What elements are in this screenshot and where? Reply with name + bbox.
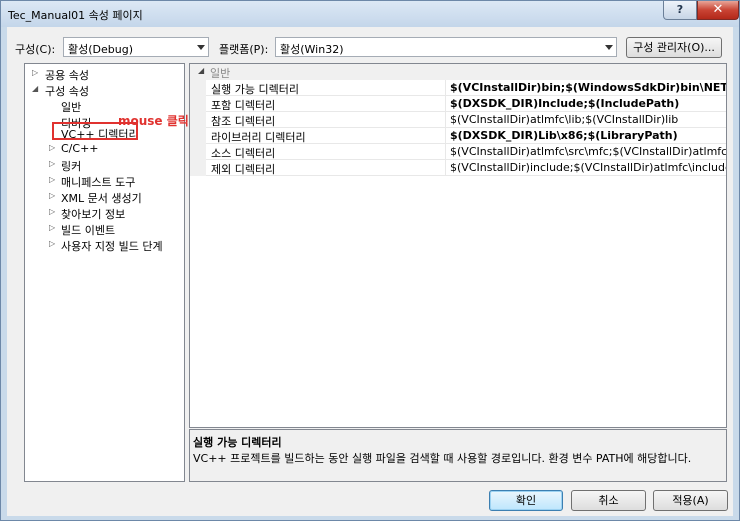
config-label: 구성(C): [15,43,56,56]
tree-item-config-properties[interactable]: 구성 속성 [45,83,89,99]
grid-row-name: 소스 디렉터리 [211,147,276,160]
grid-row-value[interactable]: $(VCInstallDir)atlmfc\src\mfc;$(VCInstal… [450,145,726,158]
tree-item-manifest-tool[interactable]: 매니페스트 도구 [61,174,135,190]
grid-row-library-dirs[interactable]: 라이브러리 디렉터리 $(DXSDK_DIR)Lib\x86;$(Library… [190,128,726,144]
help-button[interactable]: ? [663,1,697,20]
expand-icon[interactable]: ▷ [49,175,55,184]
property-grid[interactable]: ◢ 일반 실행 가능 디렉터리 $(VCInstallDir)bin;$(Win… [189,63,727,428]
annotation-mouse-click: mouse 클릭 [118,114,189,128]
tree-item-general[interactable]: 일반 [61,99,81,115]
column-separator [445,80,446,96]
grid-row-value[interactable]: $(VCInstallDir)bin;$(WindowsSdkDir)bin\N… [450,81,726,94]
grid-row-value[interactable]: $(VCInstallDir)atlmfc\lib;$(VCInstallDir… [450,113,726,126]
expand-icon[interactable]: ▷ [49,143,55,152]
grid-row-value[interactable]: $(DXSDK_DIR)Include;$(IncludePath) [450,97,726,110]
platform-dropdown[interactable]: 활성(Win32) [275,37,617,57]
apply-button[interactable]: 적용(A) [653,490,728,511]
grid-row-executable-dirs[interactable]: 실행 가능 디렉터리 $(VCInstallDir)bin;$(WindowsS… [190,80,726,96]
tree-item-custom-build-step[interactable]: 사용자 지정 빌드 단계 [61,238,163,254]
column-separator [445,96,446,112]
row-margin [190,160,206,176]
description-text: VC++ 프로젝트를 빌드하는 동안 실행 파일을 검색할 때 사용할 경로입니… [193,452,692,465]
grid-row-value[interactable]: $(DXSDK_DIR)Lib\x86;$(LibraryPath) [450,129,726,142]
grid-row-reference-dirs[interactable]: 참조 디렉터리 $(VCInstallDir)atlmfc\lib;$(VCIn… [190,112,726,128]
tree-item-xml-doc-generator[interactable]: XML 문서 생성기 [61,190,142,206]
grid-category-general[interactable]: ◢ 일반 [190,64,726,80]
config-manager-button[interactable]: 구성 관리자(O)... [626,37,722,58]
description-heading: 실행 가능 디렉터리 [193,436,282,449]
grid-row-name: 포함 디렉터리 [211,99,276,112]
config-dropdown[interactable]: 활성(Debug) [63,37,209,57]
platform-value: 활성(Win32) [280,43,344,56]
grid-row-source-dirs[interactable]: 소스 디렉터리 $(VCInstallDir)atlmfc\src\mfc;$(… [190,144,726,160]
column-separator [445,128,446,144]
window-title: Tec_Manual01 속성 페이지 [8,9,143,22]
row-margin [190,80,206,96]
grid-row-name: 실행 가능 디렉터리 [211,83,299,96]
expand-icon[interactable]: ▷ [49,191,55,200]
row-margin [190,112,206,128]
tree-item-browse-info[interactable]: 찾아보기 정보 [61,206,125,222]
collapse-icon[interactable]: ◢ [198,66,204,75]
expand-icon[interactable]: ▷ [32,68,38,77]
title-bar[interactable]: Tec_Manual01 속성 페이지 ? ✕ [1,1,739,27]
chevron-down-icon [605,45,613,50]
expand-icon[interactable]: ▷ [49,159,55,168]
property-tree[interactable]: ▷ 공용 속성 ◢ 구성 속성 일반 디버깅 VC++ 디렉터리 ▷ C/C++… [24,63,189,482]
column-separator [445,160,446,176]
close-button[interactable]: ✕ [697,1,739,20]
dialog-client-area: 구성(C): 활성(Debug) 플랫폼(P): 활성(Win32) 구성 관리… [7,27,733,516]
tree-item-build-events[interactable]: 빌드 이벤트 [61,222,115,238]
cancel-button[interactable]: 취소 [571,490,646,511]
chevron-down-icon [197,45,205,50]
property-pages-window: Tec_Manual01 속성 페이지 ? ✕ 구성(C): 활성(Debug)… [0,0,740,521]
grid-row-exclude-dirs[interactable]: 제외 디렉터리 $(VCInstallDir)include;$(VCInsta… [190,160,726,176]
grid-row-value[interactable]: $(VCInstallDir)include;$(VCInstallDir)at… [450,161,726,174]
platform-label: 플랫폼(P): [219,43,269,56]
column-separator [445,112,446,128]
grid-category-label: 일반 [210,67,231,80]
grid-row-name: 라이브러리 디렉터리 [211,131,306,144]
collapse-icon[interactable]: ◢ [32,84,38,93]
tree-item-linker[interactable]: 링커 [61,158,81,174]
row-margin [190,128,206,144]
tree-item-c-cpp[interactable]: C/C++ [61,142,99,155]
ok-button[interactable]: 확인 [489,490,563,511]
grid-row-name: 참조 디렉터리 [211,115,276,128]
description-panel: 실행 가능 디렉터리 VC++ 프로젝트를 빌드하는 동안 실행 파일을 검색할… [189,429,727,482]
grid-row-name: 제외 디렉터리 [211,163,276,176]
column-separator [445,144,446,160]
config-value: 활성(Debug) [68,43,133,56]
grid-row-include-dirs[interactable]: 포함 디렉터리 $(DXSDK_DIR)Include;$(IncludePat… [190,96,726,112]
expand-icon[interactable]: ▷ [49,207,55,216]
expand-icon[interactable]: ▷ [49,239,55,248]
row-margin [190,144,206,160]
row-margin [190,96,206,112]
tree-item-common-properties[interactable]: 공용 속성 [45,67,89,83]
expand-icon[interactable]: ▷ [49,223,55,232]
